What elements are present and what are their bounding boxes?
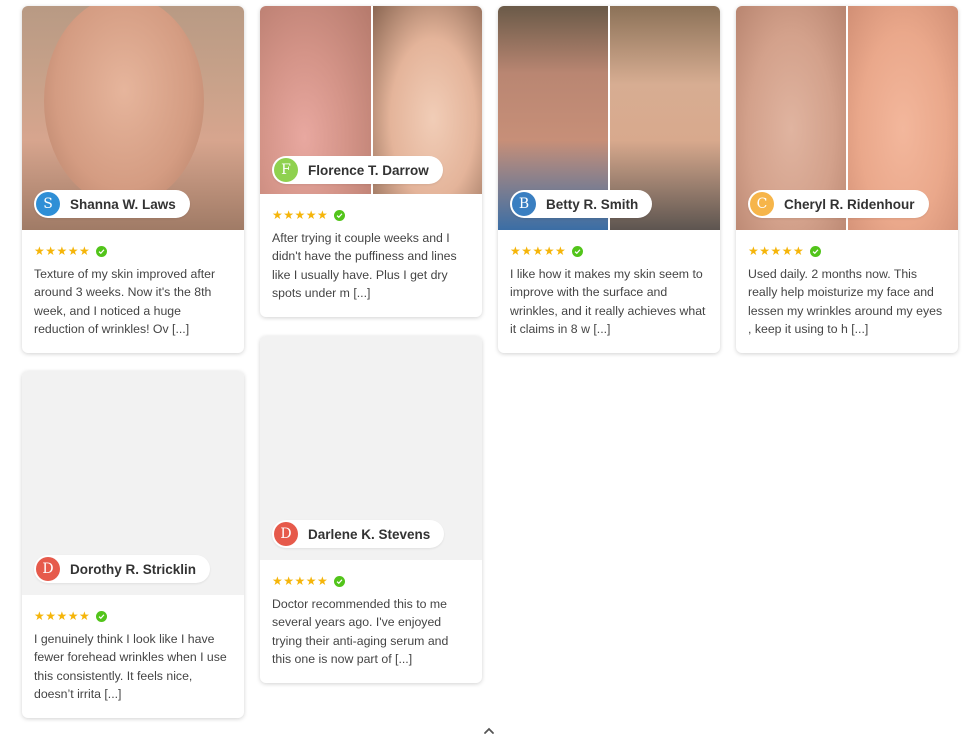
- star-rating: ★★★★★: [748, 244, 805, 258]
- review-card[interactable]: B Betty R. Smith ★★★★★ I like how it mak…: [498, 6, 720, 353]
- review-photo[interactable]: S Shanna W. Laws: [22, 6, 244, 230]
- rating: ★★★★★: [272, 573, 470, 589]
- rating: ★★★★★: [272, 207, 470, 223]
- verified-check-icon: [96, 245, 108, 257]
- reviewer-pill: F Florence T. Darrow: [272, 156, 443, 184]
- star-rating: ★★★★★: [34, 609, 91, 623]
- reviewer-name: Shanna W. Laws: [70, 196, 176, 212]
- avatar: D: [274, 522, 298, 546]
- avatar: F: [274, 158, 298, 182]
- photo-subject: [44, 6, 204, 206]
- reviewer-pill: C Cheryl R. Ridenhour: [748, 190, 929, 218]
- chevron-up-icon[interactable]: [482, 723, 496, 734]
- review-text: Used daily. 2 months now. This really he…: [748, 267, 943, 337]
- star-rating: ★★★★★: [272, 574, 329, 588]
- review-card[interactable]: F Florence T. Darrow ★★★★★ After trying …: [260, 6, 482, 317]
- review-text: I genuinely think I look like I have few…: [34, 632, 227, 702]
- reviewer-name: Dorothy R. Stricklin: [70, 561, 197, 577]
- rating: ★★★★★: [34, 243, 232, 259]
- review-photo-placeholder[interactable]: D Darlene K. Stevens: [260, 336, 482, 560]
- star-rating: ★★★★★: [272, 208, 329, 222]
- reviewer-name: Darlene K. Stevens: [308, 526, 431, 542]
- review-photo[interactable]: F Florence T. Darrow: [260, 6, 482, 194]
- review-text: Doctor recommended this to me several ye…: [272, 597, 449, 667]
- reviewer-pill: S Shanna W. Laws: [34, 190, 190, 218]
- verified-check-icon: [572, 245, 584, 257]
- rating: ★★★★★: [34, 608, 232, 624]
- review-card[interactable]: S Shanna W. Laws ★★★★★ Texture of my ski…: [22, 6, 244, 353]
- verified-check-icon: [810, 245, 822, 257]
- star-rating: ★★★★★: [34, 244, 91, 258]
- avatar: S: [36, 192, 60, 216]
- reviewer-name: Florence T. Darrow: [308, 162, 429, 178]
- rating: ★★★★★: [748, 243, 946, 259]
- rating: ★★★★★: [510, 243, 708, 259]
- reviewer-name: Betty R. Smith: [546, 196, 639, 212]
- reviewer-pill: D Dorothy R. Stricklin: [34, 555, 211, 583]
- review-photo-placeholder[interactable]: D Dorothy R. Stricklin: [22, 371, 244, 595]
- review-card[interactable]: D Dorothy R. Stricklin ★★★★★ I genuinely…: [22, 371, 244, 718]
- review-card[interactable]: C Cheryl R. Ridenhour ★★★★★ Used daily. …: [736, 6, 958, 353]
- review-photo[interactable]: B Betty R. Smith: [498, 6, 720, 230]
- review-photo[interactable]: C Cheryl R. Ridenhour: [736, 6, 958, 230]
- verified-check-icon: [334, 575, 346, 587]
- review-text: I like how it makes my skin seem to impr…: [510, 267, 706, 337]
- review-card[interactable]: D Darlene K. Stevens ★★★★★ Doctor recomm…: [260, 336, 482, 683]
- reviewer-name: Cheryl R. Ridenhour: [784, 196, 915, 212]
- avatar: D: [36, 557, 60, 581]
- review-text: After trying it couple weeks and I didn'…: [272, 231, 457, 301]
- avatar: C: [750, 192, 774, 216]
- verified-check-icon: [334, 209, 346, 221]
- star-rating: ★★★★★: [510, 244, 567, 258]
- review-text: Texture of my skin improved after around…: [34, 267, 216, 337]
- reviewer-pill: B Betty R. Smith: [510, 190, 653, 218]
- avatar: B: [512, 192, 536, 216]
- verified-check-icon: [96, 610, 108, 622]
- reviewer-pill: D Darlene K. Stevens: [272, 520, 445, 548]
